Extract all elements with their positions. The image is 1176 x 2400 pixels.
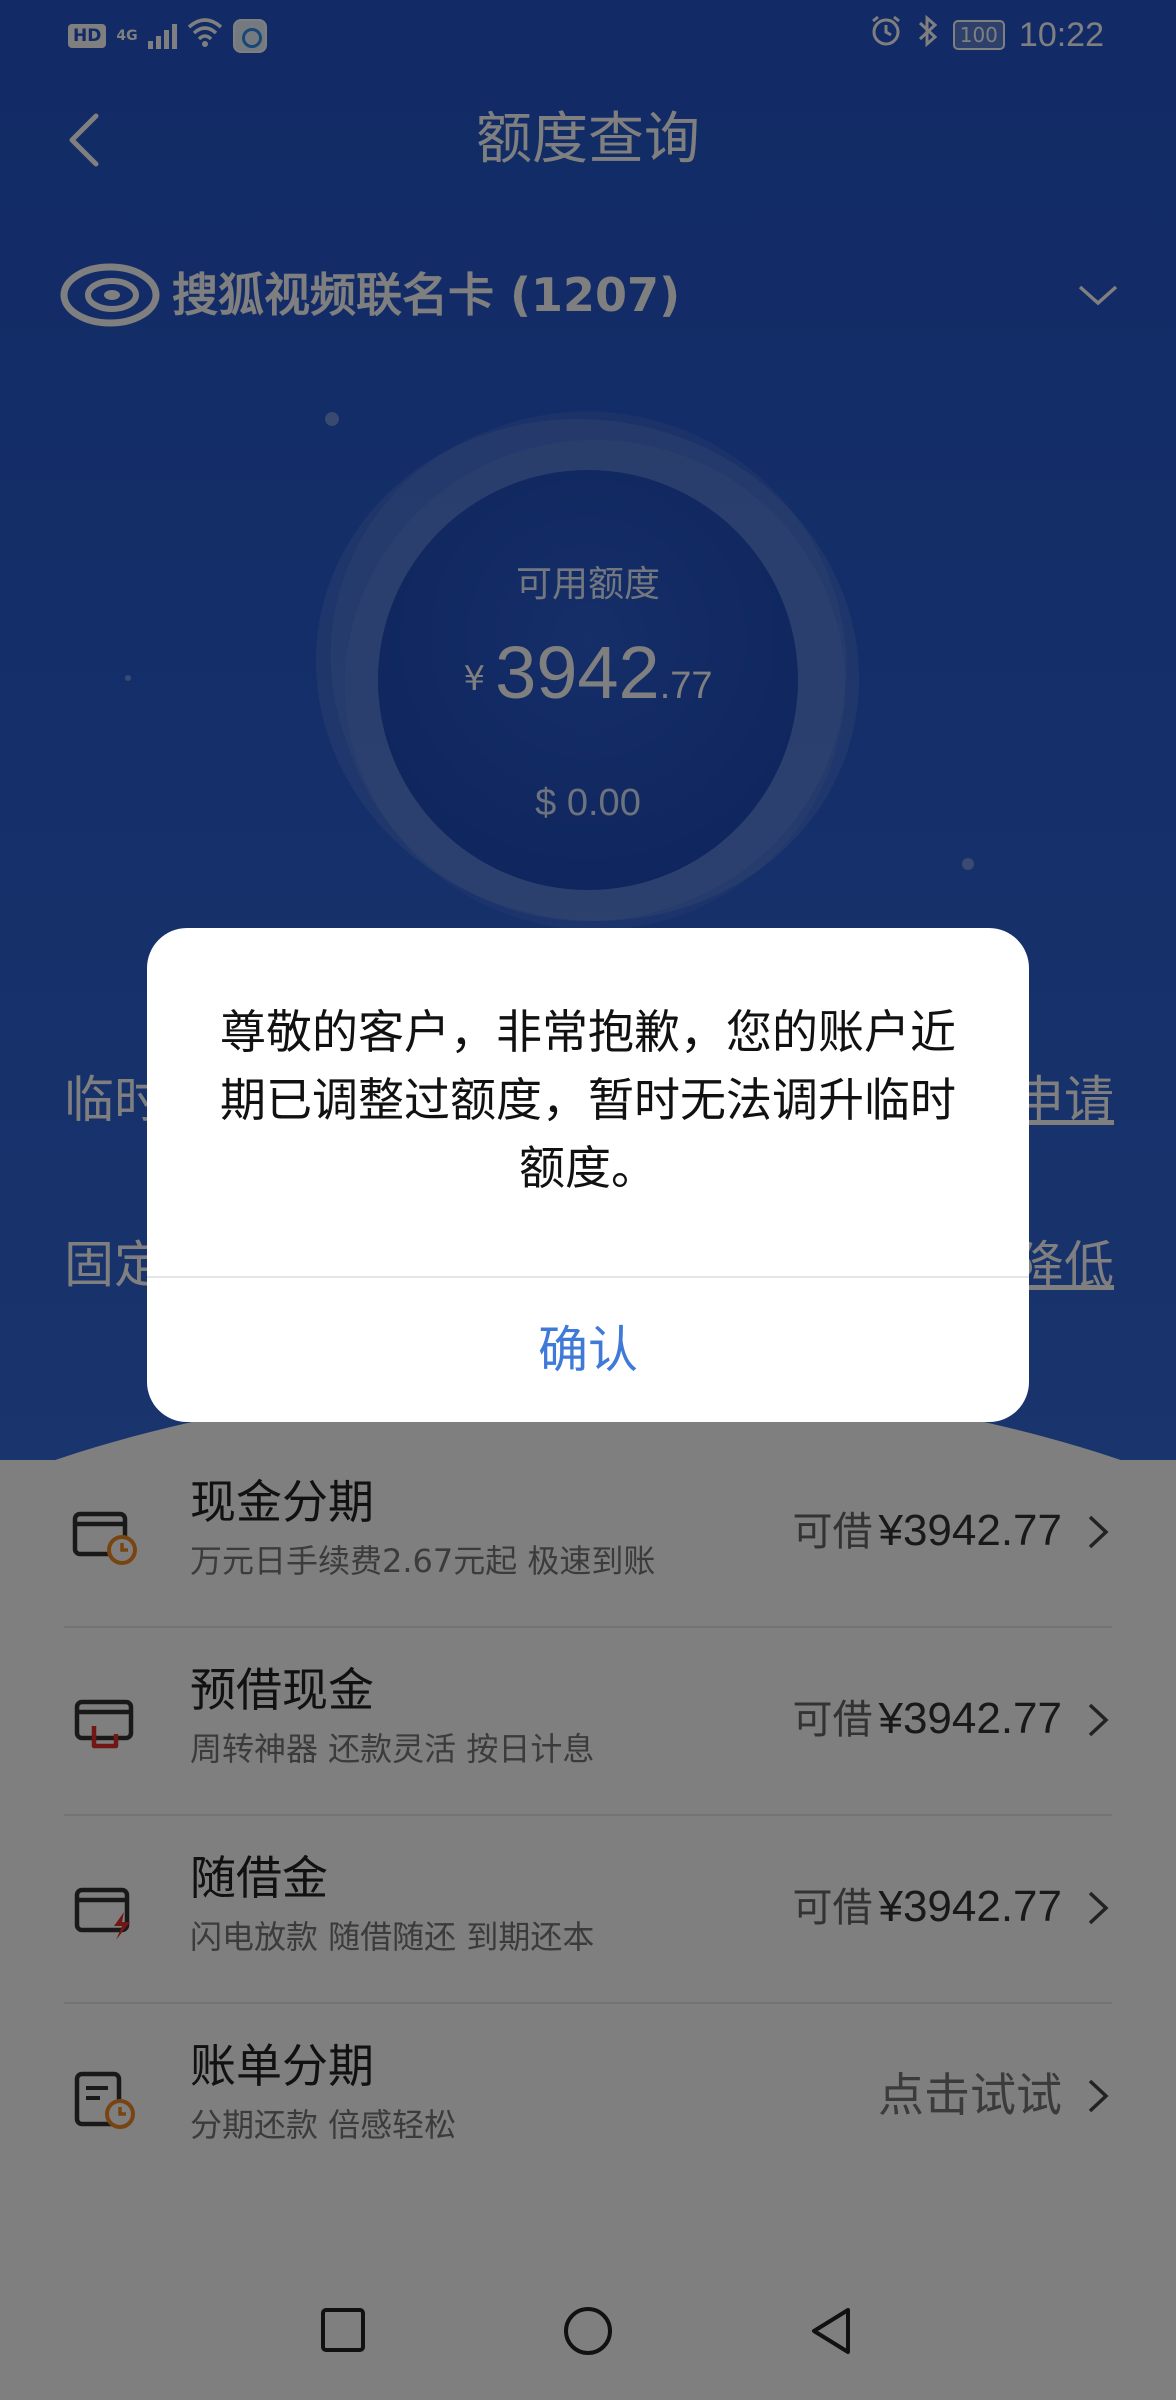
alert-dialog: 尊敬的客户，非常抱歉，您的账户近期已调整过额度，暂时无法调升临时额度。 确认 (147, 928, 1029, 1422)
dialog-message: 尊敬的客户，非常抱歉，您的账户近期已调整过额度，暂时无法调升临时额度。 (220, 1005, 956, 1195)
confirm-button[interactable]: 确认 (147, 1278, 1029, 1422)
